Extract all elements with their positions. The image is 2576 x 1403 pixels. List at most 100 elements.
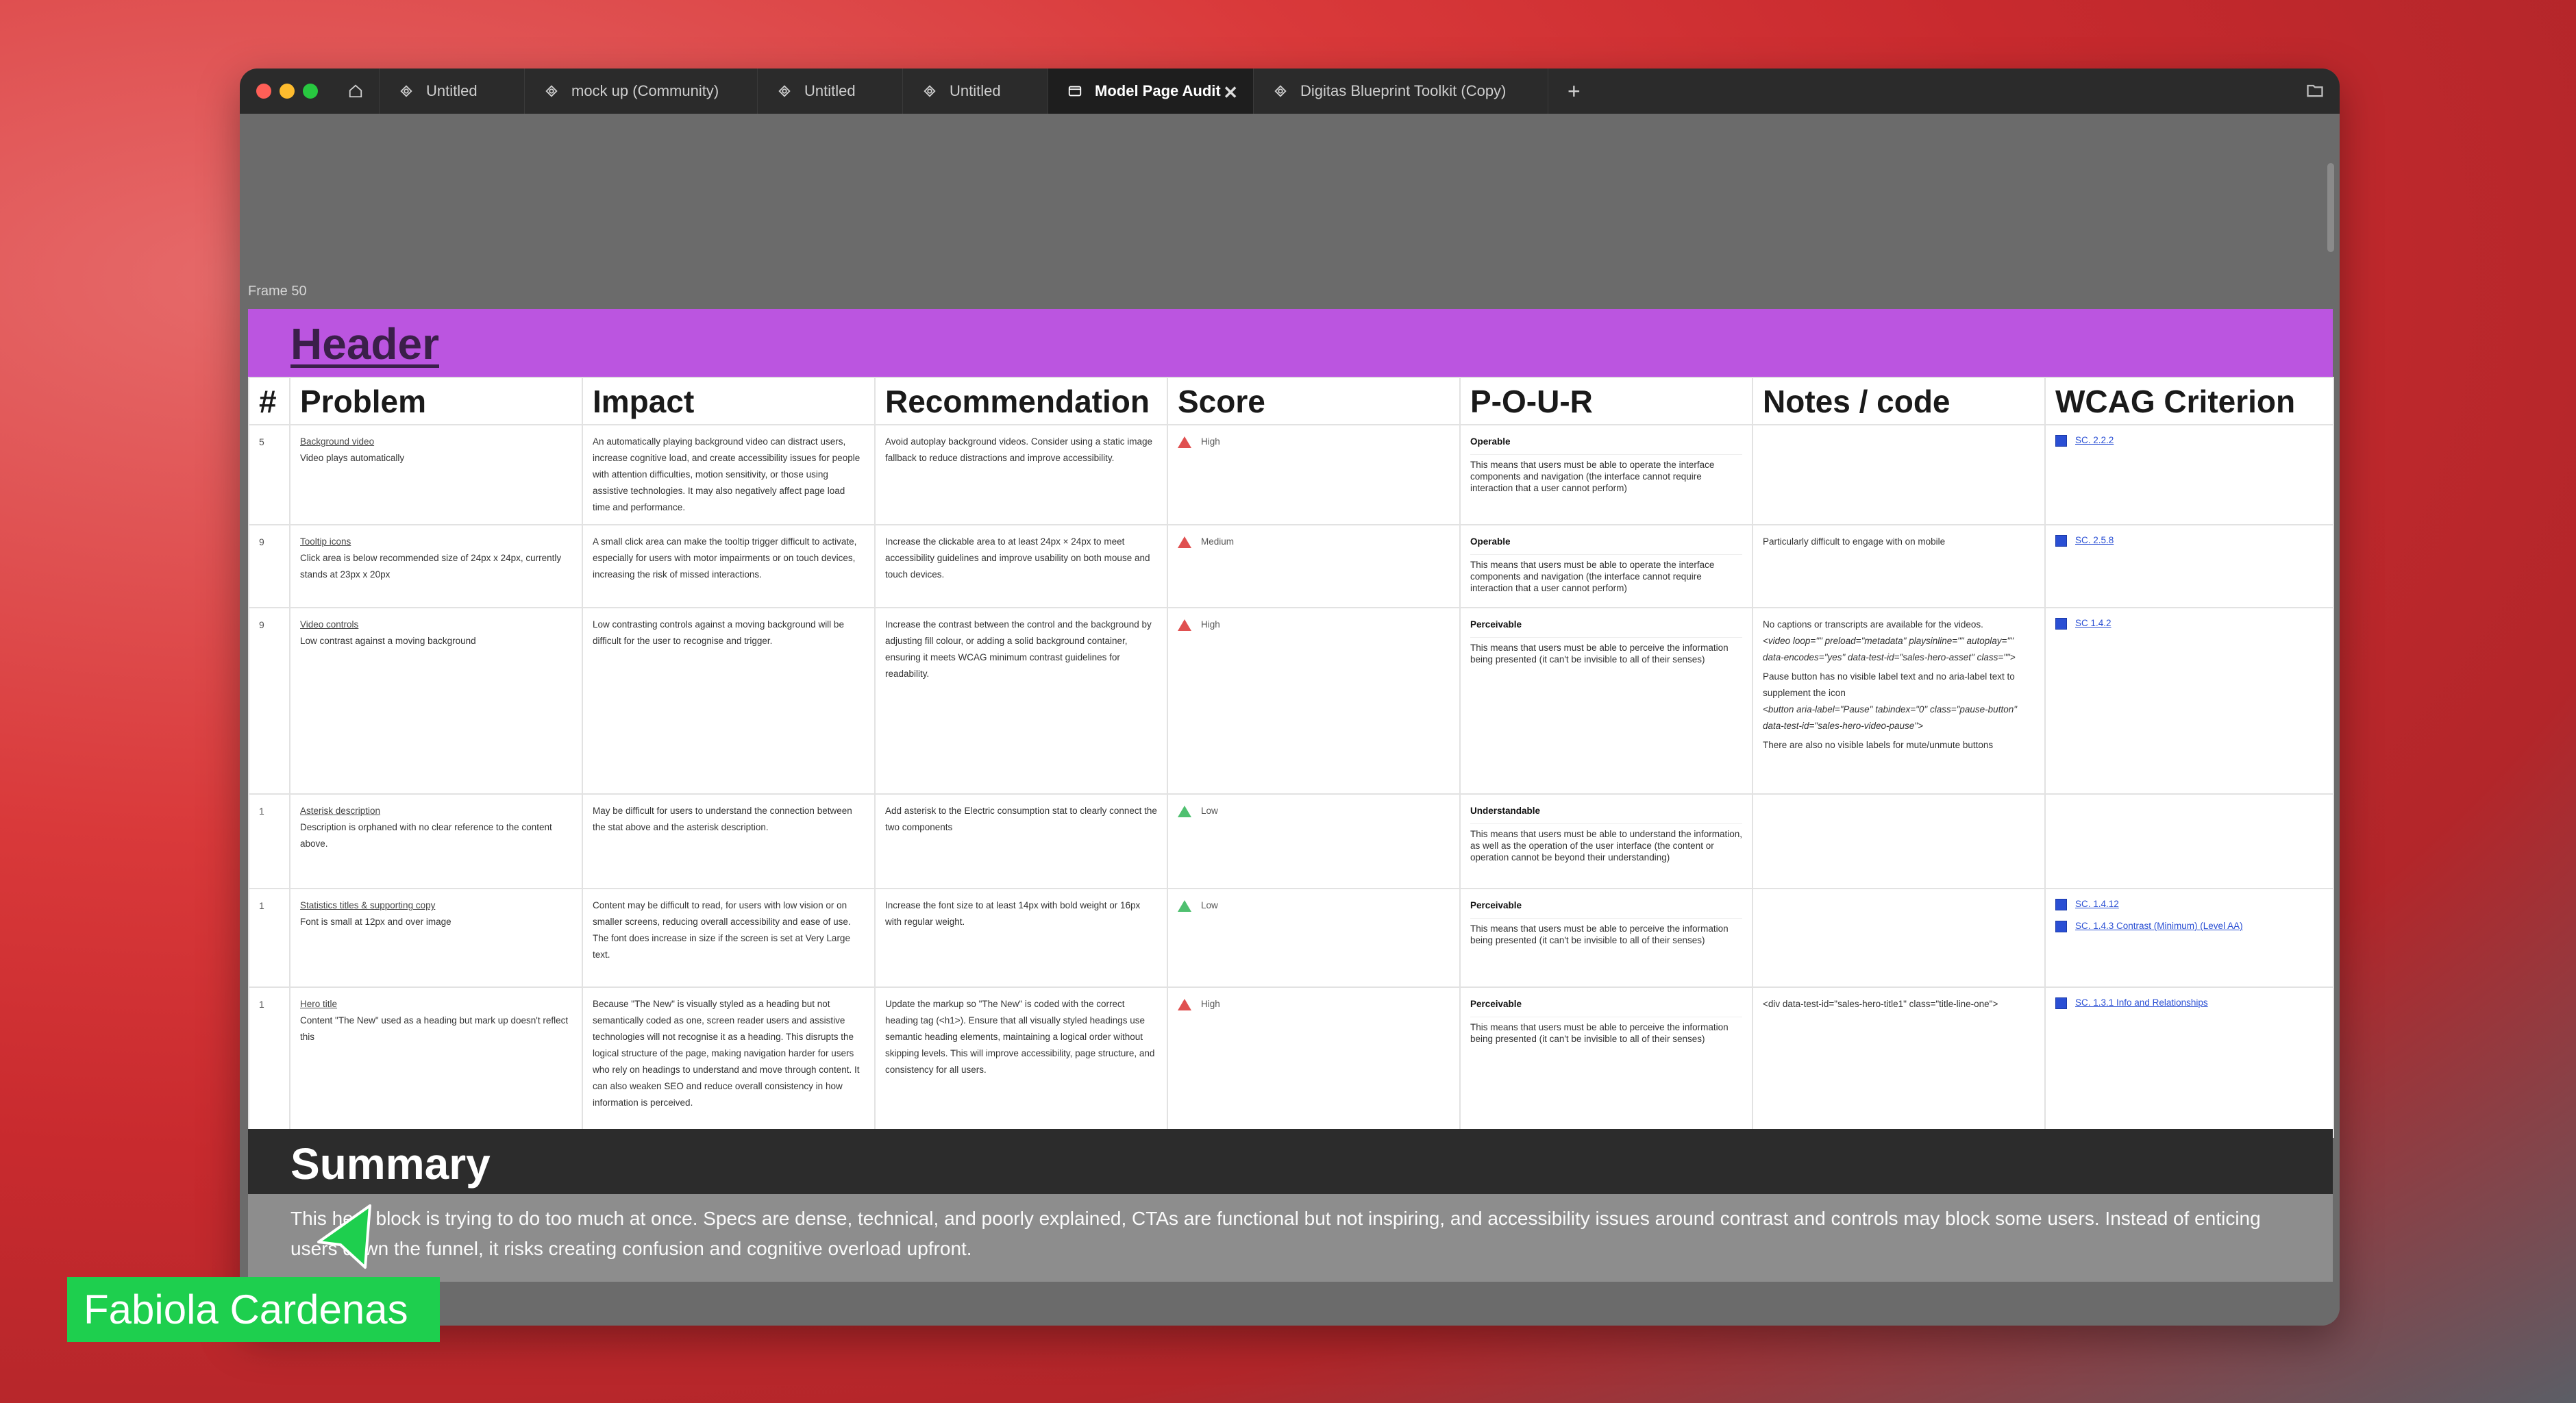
problem-description: Click area is below recommended size of … bbox=[300, 553, 562, 580]
column-header: # bbox=[248, 377, 290, 425]
score-cell: Medium bbox=[1167, 524, 1461, 608]
new-tab-button[interactable]: + bbox=[1548, 69, 1603, 114]
figma-file-icon bbox=[778, 85, 791, 97]
wcag-link[interactable]: SC 1.4.2 bbox=[2055, 617, 2323, 630]
link-icon bbox=[2055, 921, 2067, 932]
problem-cell: Hero title Content "The New" used as a h… bbox=[289, 986, 583, 1138]
pour-cell: Operable This means that users must be a… bbox=[1459, 424, 1753, 525]
figma-file-icon bbox=[400, 85, 412, 97]
vertical-scrollbar[interactable] bbox=[2327, 163, 2334, 252]
pour-description: This means that users must be able to op… bbox=[1470, 554, 1742, 594]
recommendation-cell: Increase the clickable area to at least … bbox=[874, 524, 1168, 608]
link-icon bbox=[2055, 899, 2067, 910]
problem-description: Font is small at 12px and over image bbox=[300, 917, 451, 927]
notes-text: Pause button has no visible label text a… bbox=[1763, 671, 2015, 698]
problem-title[interactable]: Statistics titles & supporting copy bbox=[300, 897, 572, 914]
pour-cell: Operable This means that users must be a… bbox=[1459, 524, 1753, 608]
column-header: P-O-U-R bbox=[1459, 377, 1753, 425]
wcag-cell: SC. 1.4.12 SC. 1.4.3 Contrast (Minimum) … bbox=[2044, 888, 2334, 988]
row-number: 9 bbox=[248, 524, 290, 608]
pour-description: This means that users must be able to un… bbox=[1470, 823, 1742, 863]
problem-title[interactable]: Background video bbox=[300, 434, 572, 450]
impact-text: The font does increase in size if the sc… bbox=[593, 933, 850, 960]
pour-cell: Perceivable This means that users must b… bbox=[1459, 888, 1753, 988]
minimize-window-button[interactable] bbox=[280, 84, 295, 99]
wcag-link[interactable]: SC. 1.3.1 Info and Relationships bbox=[2055, 996, 2323, 1010]
wcag-link[interactable]: SC. 2.5.8 bbox=[2055, 534, 2323, 547]
wcag-cell: SC 1.4.2 bbox=[2044, 607, 2334, 795]
header-title: Header bbox=[290, 319, 439, 369]
problem-title[interactable]: Video controls bbox=[300, 617, 572, 633]
notes-cell: Particularly difficult to engage with on… bbox=[1752, 524, 2046, 608]
collaborator-cursor-icon bbox=[317, 1204, 371, 1269]
problem-title[interactable]: Hero title bbox=[300, 996, 572, 1013]
figma-design-icon bbox=[1068, 86, 1082, 97]
tab-label: Untitled bbox=[804, 82, 856, 99]
score-cell: Low bbox=[1167, 793, 1461, 889]
score-label: High bbox=[1201, 999, 1220, 1009]
audit-table: # Problem Impact Recommendation Score P-… bbox=[248, 377, 2334, 1138]
column-header: Problem bbox=[289, 377, 583, 425]
tab-label: Model Page Audit bbox=[1095, 82, 1221, 99]
tab-digitas-blueprint[interactable]: Digitas Blueprint Toolkit (Copy) bbox=[1254, 69, 1548, 114]
impact-cell: Because "The New" is visually styled as … bbox=[582, 986, 876, 1138]
wcag-link[interactable]: SC. 2.2.2 bbox=[2055, 434, 2323, 447]
close-tab-icon[interactable]: ✕ bbox=[1223, 82, 1238, 103]
score-label: High bbox=[1201, 619, 1220, 630]
wcag-cell bbox=[2044, 793, 2334, 889]
link-icon bbox=[2055, 535, 2067, 547]
tab-label: Digitas Blueprint Toolkit (Copy) bbox=[1300, 82, 1507, 99]
problem-title[interactable]: Asterisk description bbox=[300, 803, 572, 819]
score-label: Medium bbox=[1201, 536, 1235, 547]
tab-label: Untitled bbox=[426, 82, 478, 99]
folder-icon[interactable] bbox=[2305, 81, 2325, 100]
impact-cell: A small click area can make the tooltip … bbox=[582, 524, 876, 608]
warning-triangle-icon bbox=[1178, 619, 1191, 631]
tab-label: Untitled bbox=[950, 82, 1001, 99]
summary-title: Summary bbox=[290, 1139, 491, 1189]
tab-untitled-1[interactable]: Untitled bbox=[380, 69, 525, 114]
zoom-window-button[interactable] bbox=[303, 84, 318, 99]
tab-untitled-3[interactable]: Untitled bbox=[903, 69, 1048, 114]
score-cell: High bbox=[1167, 424, 1461, 525]
notes-cell: No captions or transcripts are available… bbox=[1752, 607, 2046, 795]
problem-description: Video plays automatically bbox=[300, 453, 405, 463]
problem-description: Low contrast against a moving background bbox=[300, 636, 476, 646]
problem-cell: Background video Video plays automatical… bbox=[289, 424, 583, 525]
impact-cell: Content may be difficult to read, for us… bbox=[582, 888, 876, 988]
score-cell: High bbox=[1167, 607, 1461, 795]
problem-description: Description is orphaned with no clear re… bbox=[300, 822, 552, 849]
notes-cell bbox=[1752, 888, 2046, 988]
pour-description: This means that users must be able to pe… bbox=[1470, 1017, 1742, 1045]
link-icon bbox=[2055, 618, 2067, 630]
notes-text: There are also no visible labels for mut… bbox=[1763, 740, 1994, 750]
table-row: 5 Background video Video plays automatic… bbox=[248, 424, 2334, 525]
score-label: Low bbox=[1201, 900, 1218, 910]
audit-frame[interactable]: Header # Problem Impact Recommendation S… bbox=[248, 309, 2334, 1282]
tab-model-page-audit[interactable]: Model Page Audit ✕ bbox=[1048, 69, 1254, 114]
pour-principle: Perceivable bbox=[1470, 999, 1522, 1009]
recommendation-cell: Avoid autoplay background videos. Consid… bbox=[874, 424, 1168, 525]
row-number: 9 bbox=[248, 607, 290, 795]
column-header: WCAG Criterion bbox=[2044, 377, 2334, 425]
notes-text: No captions or transcripts are available… bbox=[1763, 619, 1983, 630]
notes-cell: <div data-test-id="sales-hero-title1" cl… bbox=[1752, 986, 2046, 1138]
problem-title[interactable]: Tooltip icons bbox=[300, 534, 572, 550]
wcag-link[interactable]: SC. 1.4.12 bbox=[2055, 897, 2323, 911]
tab-mock-up[interactable]: mock up (Community) bbox=[525, 69, 758, 114]
pour-principle: Operable bbox=[1470, 536, 1511, 547]
warning-triangle-icon bbox=[1178, 899, 1191, 912]
home-tab[interactable] bbox=[336, 69, 380, 114]
problem-cell: Tooltip icons Click area is below recomm… bbox=[289, 524, 583, 608]
impact-text: Content may be difficult to read, for us… bbox=[593, 900, 851, 927]
home-icon bbox=[349, 84, 362, 98]
frame-label[interactable]: Frame 50 bbox=[248, 284, 307, 299]
warning-triangle-icon bbox=[1178, 998, 1191, 1010]
link-icon bbox=[2055, 435, 2067, 447]
tab-untitled-2[interactable]: Untitled bbox=[758, 69, 903, 114]
row-number: 1 bbox=[248, 888, 290, 988]
canvas[interactable]: Frame 50 Header # Problem Impact Recomme… bbox=[240, 114, 2340, 1326]
wcag-link[interactable]: SC. 1.4.3 Contrast (Minimum) (Level AA) bbox=[2055, 919, 2323, 933]
notes-code: <video loop="" preload="metadata" playsi… bbox=[1763, 636, 2016, 662]
close-window-button[interactable] bbox=[256, 84, 271, 99]
